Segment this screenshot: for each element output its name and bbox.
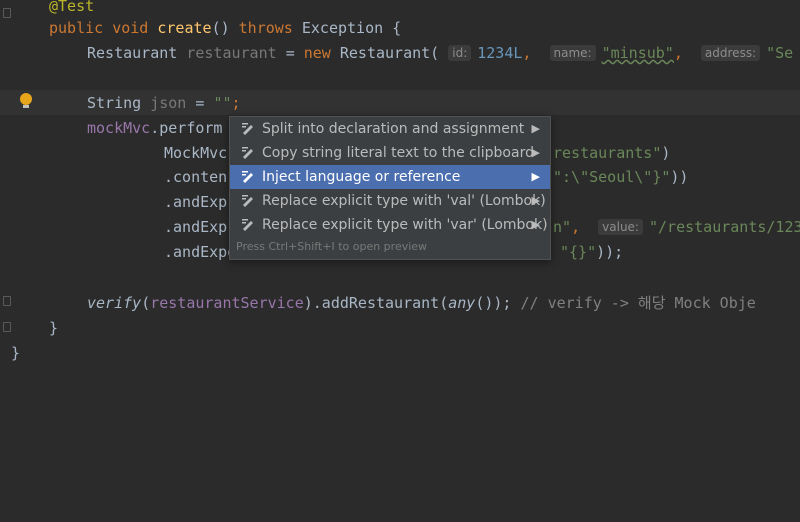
submenu-arrow-icon: ▶: [531, 218, 540, 231]
code-line: .andExp: [164, 193, 228, 211]
code-line: }: [11, 344, 21, 362]
intention-pencil-icon: [242, 219, 253, 231]
menu-footer-hint: Press Ctrl+Shift+I to open preview: [236, 240, 428, 253]
code-line: verify(restaurantService).addRestaurant(…: [87, 294, 756, 312]
menu-item-inject-language[interactable]: Inject language or reference ▶: [230, 165, 550, 189]
submenu-arrow-icon: ▶: [531, 122, 540, 135]
lightbulb-icon[interactable]: [20, 93, 32, 108]
code-line-tail: n", value: "/restaurants/123: [553, 218, 800, 236]
code-line: Restaurant restaurant = new Restaurant( …: [87, 44, 794, 62]
param-hint: address:: [700, 45, 761, 61]
code-line: .conten: [164, 168, 228, 186]
intention-pencil-icon: [242, 147, 253, 159]
code-line-tail: "{}"));: [560, 243, 624, 261]
code-editor[interactable]: @Test public void create() throws Except…: [0, 0, 800, 522]
intention-pencil-icon: [242, 123, 253, 135]
submenu-arrow-icon: ▶: [531, 194, 540, 207]
intention-pencil-icon: [242, 195, 253, 207]
menu-item-replace-with-var[interactable]: Replace explicit type with 'var' (Lombok…: [230, 213, 550, 237]
code-line: }: [49, 319, 59, 337]
menu-item-replace-with-val[interactable]: Replace explicit type with 'val' (Lombok…: [230, 189, 550, 213]
code-line: MockMvc: [164, 144, 228, 162]
code-line: .andExpe: [164, 243, 237, 261]
code-line-tail: ":\"Seoul\"}")): [553, 168, 689, 186]
code-line: mockMvc.perform: [87, 119, 223, 137]
menu-item-split-declaration[interactable]: Split into declaration and assignment ▶: [230, 117, 550, 141]
code-line: public void create() throws Exception {: [49, 19, 402, 37]
param-hint: value:: [598, 219, 643, 235]
intention-pencil-icon: [242, 171, 253, 183]
param-hint: name:: [549, 45, 596, 61]
submenu-arrow-icon: ▶: [531, 170, 540, 183]
code-line: String json = "";: [87, 94, 241, 112]
code-line: .andExp: [164, 218, 228, 236]
code-line-tail: restaurants"): [553, 144, 671, 162]
submenu-arrow-icon: ▶: [531, 146, 540, 159]
menu-item-copy-string-literal[interactable]: Copy string literal text to the clipboar…: [230, 141, 550, 165]
intention-actions-popup: Split into declaration and assignment ▶ …: [229, 116, 551, 260]
param-hint: id:: [448, 45, 472, 61]
